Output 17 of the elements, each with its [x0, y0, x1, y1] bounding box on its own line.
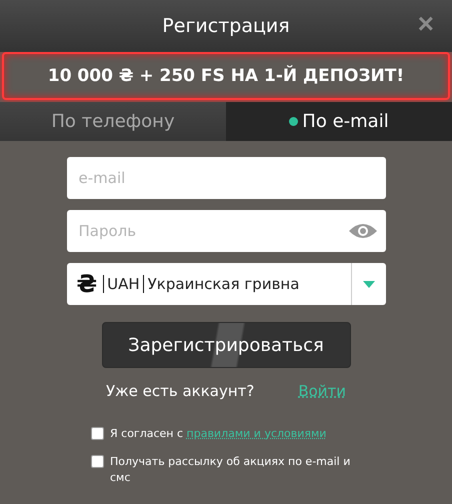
- close-button[interactable]: ×: [414, 10, 438, 38]
- tab[interactable]: По телефону: [0, 102, 226, 141]
- promo-banner: 10 000 ₴ + 250 FS НА 1-Й ДЕПОЗИТ!: [2, 52, 450, 100]
- register-button[interactable]: Зарегистрироваться: [102, 322, 350, 368]
- password-field[interactable]: Пароль: [66, 210, 386, 252]
- email-field[interactable]: e-mail: [66, 157, 386, 199]
- eye-icon[interactable]: [348, 222, 378, 240]
- terms-link[interactable]: правилами и условиями: [186, 427, 326, 440]
- checkbox[interactable]: [91, 455, 104, 468]
- window-title: Регистрация: [162, 15, 290, 37]
- currency-select[interactable]: ₴ UAH Украинская гривна: [66, 263, 386, 305]
- checkbox[interactable]: [91, 427, 104, 440]
- checkbox-label: Получать рассылку об акциях по e-mail и смс: [110, 454, 352, 486]
- account-question: Уже есть аккаунт?: [106, 382, 254, 400]
- tab[interactable]: По e-mail: [226, 102, 452, 141]
- login-link[interactable]: Войти: [298, 382, 346, 400]
- checkbox-label: Я согласен с правилами и условиями: [110, 426, 326, 442]
